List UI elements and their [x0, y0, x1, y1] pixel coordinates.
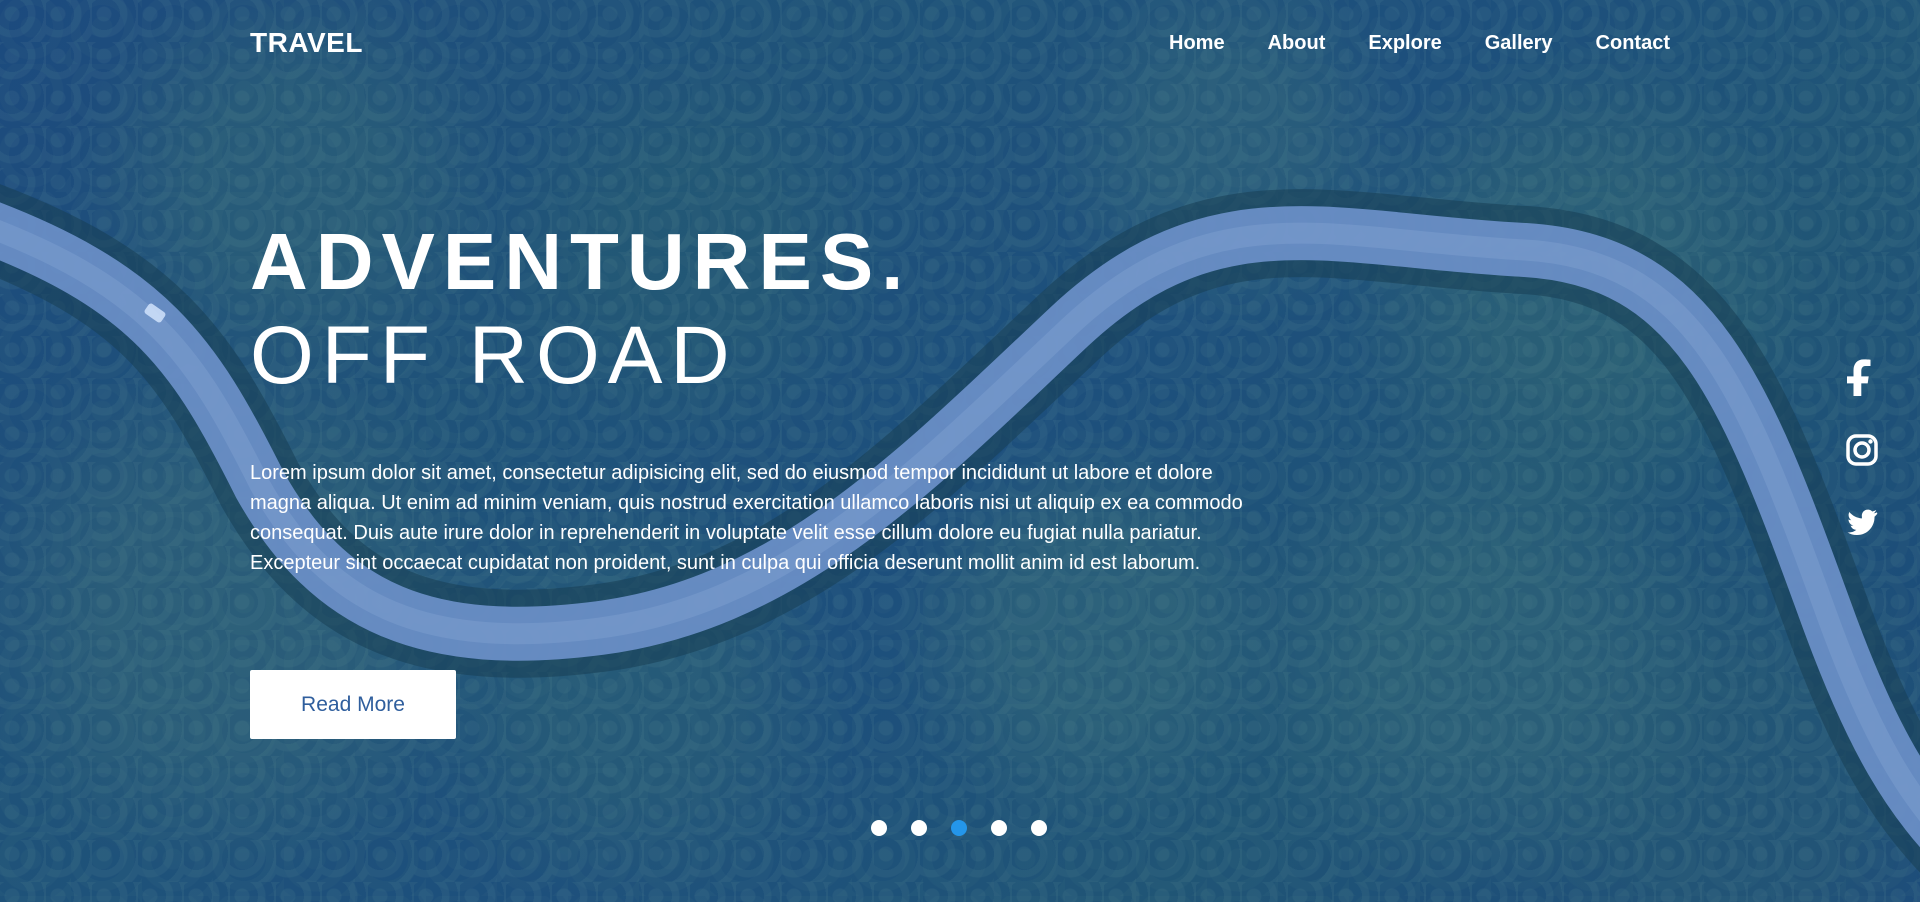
- slide-dot-5[interactable]: [1031, 820, 1047, 836]
- nav-link-gallery[interactable]: Gallery: [1485, 27, 1553, 59]
- slide-dot-1[interactable]: [871, 820, 887, 836]
- twitter-link[interactable]: [1842, 502, 1882, 542]
- hero-section: TRAVEL Home About Explore Gallery Contac…: [0, 0, 1920, 902]
- slider-pagination: [871, 820, 1047, 836]
- twitter-icon: [1847, 509, 1878, 536]
- site-header: TRAVEL Home About Explore Gallery Contac…: [250, 27, 1670, 59]
- nav-link-home[interactable]: Home: [1169, 27, 1225, 59]
- hero-title-secondary: OFF ROAD: [250, 310, 738, 401]
- nav-link-contact[interactable]: Contact: [1596, 27, 1670, 59]
- nav-link-explore[interactable]: Explore: [1368, 27, 1441, 59]
- slide-dot-4[interactable]: [991, 820, 1007, 836]
- read-more-button[interactable]: Read More: [250, 670, 456, 739]
- main-navigation: Home About Explore Gallery Contact: [1169, 27, 1670, 59]
- instagram-link[interactable]: [1842, 430, 1882, 470]
- instagram-icon: [1846, 434, 1878, 466]
- social-links: [1842, 358, 1882, 574]
- hero-title-primary: ADVENTURES.: [250, 217, 912, 306]
- nav-link-about[interactable]: About: [1268, 27, 1326, 59]
- slide-dot-3-active[interactable]: [951, 820, 967, 836]
- facebook-icon: [1847, 359, 1871, 396]
- brand-logo[interactable]: TRAVEL: [250, 27, 363, 59]
- slide-dot-2[interactable]: [911, 820, 927, 836]
- hero-content: ADVENTURES. OFF ROAD Lorem ipsum dolor s…: [250, 217, 1250, 739]
- hero-description: Lorem ipsum dolor sit amet, consectetur …: [250, 462, 1243, 574]
- facebook-link[interactable]: [1842, 358, 1882, 398]
